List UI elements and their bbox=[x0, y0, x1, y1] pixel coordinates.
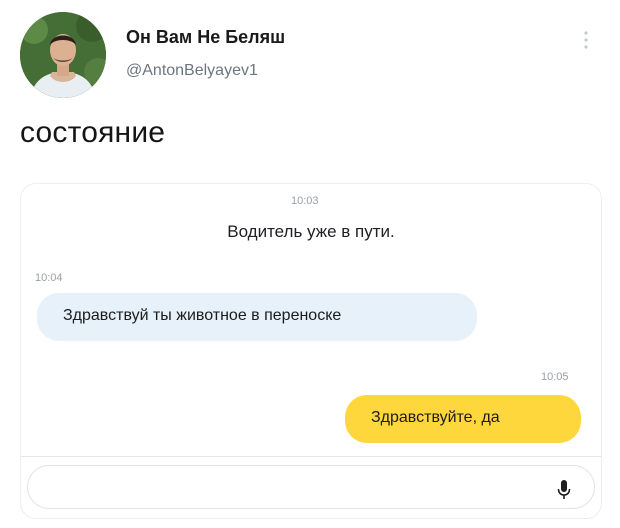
message-time: 10:03 bbox=[291, 195, 319, 207]
author-avatar[interactable] bbox=[20, 12, 106, 98]
message-time: 10:05 bbox=[541, 371, 569, 383]
avatar-photo bbox=[20, 12, 106, 98]
microphone-icon[interactable] bbox=[557, 480, 571, 500]
outgoing-message-bubble: Здравствуйте, да bbox=[345, 395, 581, 443]
vertical-dots-icon[interactable] bbox=[583, 30, 589, 50]
incoming-message-bubble: Здравствуй ты животное в переноске bbox=[37, 293, 477, 341]
author-display-name[interactable]: Он Вам Не Беляш bbox=[126, 27, 285, 48]
author-handle[interactable]: @AntonBelyayev1 bbox=[126, 62, 258, 80]
outgoing-message-text: Здравствуйте, да bbox=[371, 409, 500, 426]
system-message: Водитель уже в пути. bbox=[227, 222, 395, 241]
incoming-message-text: Здравствуй ты животное в переноске bbox=[63, 307, 342, 324]
message-input[interactable] bbox=[27, 465, 595, 509]
input-divider bbox=[21, 456, 601, 457]
chat-screenshot: 10:03 Водитель уже в пути. 10:04 Здравст… bbox=[20, 183, 602, 519]
message-time: 10:04 bbox=[35, 272, 63, 284]
tweet-text: состояние bbox=[20, 116, 166, 149]
